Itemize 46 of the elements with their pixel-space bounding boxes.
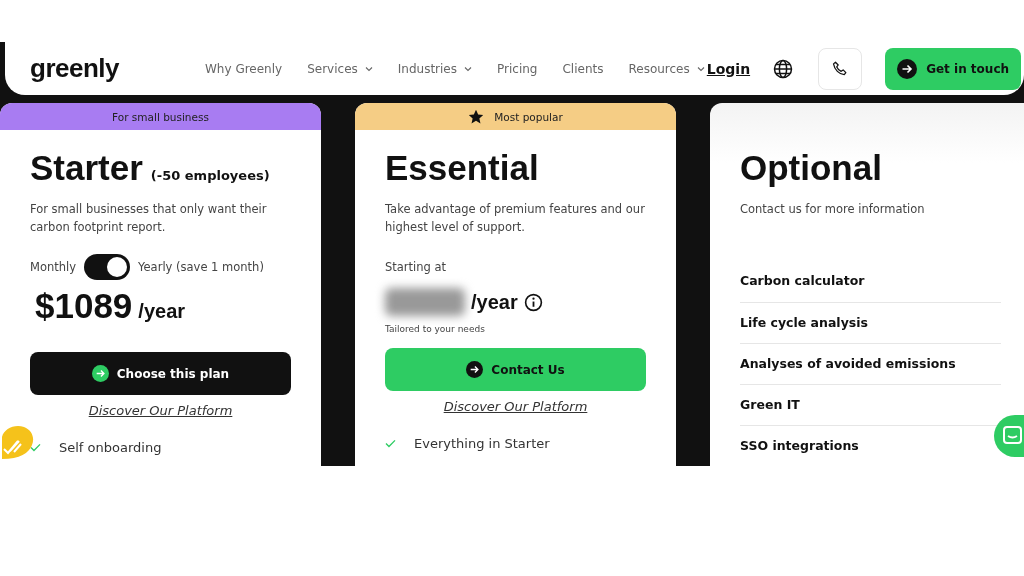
nav-link[interactable]: Clients	[562, 61, 604, 76]
phone-button[interactable]	[818, 47, 863, 90]
feature-text: Everything in Starter	[414, 436, 550, 451]
chevron-icon	[364, 65, 373, 72]
starting-label: Starting at	[385, 260, 448, 274]
nav-link[interactable]: Resources	[628, 61, 705, 76]
feature-text: Self onboarding	[59, 440, 162, 455]
plan-price: $1089	[35, 286, 133, 326]
nav-link[interactable]: Pricing	[497, 61, 538, 76]
info-icon[interactable]	[523, 292, 543, 312]
logo[interactable]: greenly	[30, 53, 205, 84]
price-period: /year	[471, 290, 518, 314]
star-icon	[468, 108, 485, 125]
login-link[interactable]: Login	[706, 60, 751, 77]
nav-link[interactable]: Services	[307, 61, 373, 76]
nav-link[interactable]: Industries	[397, 61, 472, 76]
checkmark-badge-icon[interactable]	[0, 425, 34, 459]
plan-description: Contact us for more information	[740, 201, 926, 218]
billing-toggle[interactable]	[84, 254, 131, 280]
plan-title: Starter	[30, 148, 143, 188]
chevron-icon	[464, 65, 472, 72]
plan-title: Essential	[385, 148, 539, 188]
plan-subtitle: (-50 employees)	[150, 168, 270, 183]
option-item: Analyses of avoided emissions	[740, 344, 1001, 385]
check-icon	[385, 439, 396, 448]
discover-link[interactable]: Discover Our Platform	[443, 399, 588, 414]
billing-label: Yearly (save 1 month)	[138, 260, 264, 274]
plan-title: Optional	[740, 148, 882, 188]
get-in-touch-button[interactable]: Get in touch	[885, 47, 1022, 90]
chevron-icon	[696, 65, 705, 72]
price-period: /year	[138, 300, 186, 323]
globe-icon[interactable]	[773, 58, 794, 79]
option-item: Carbon calculator	[740, 266, 1001, 303]
price-note: Tailored to your needs	[385, 324, 486, 334]
option-item: Green IT	[740, 385, 1001, 426]
billing-label: Monthly	[30, 260, 77, 274]
plan-button[interactable]: Contact Us	[385, 348, 646, 391]
option-item: Life cycle analysis	[740, 303, 1001, 344]
banner-text: Most popular	[494, 110, 563, 123]
nav-link[interactable]: Why Greenly	[205, 61, 283, 76]
plan-description: For small businesses that only want their carbon footprint report.	[30, 201, 268, 236]
banner-text: For small business	[112, 110, 209, 123]
discover-link[interactable]: Discover Our Platform	[88, 403, 233, 418]
plan-button[interactable]: Choose this plan	[30, 352, 291, 395]
check-icon	[30, 443, 41, 452]
plan-description: Take advantage of premium features and our highest level of support.	[385, 201, 646, 236]
